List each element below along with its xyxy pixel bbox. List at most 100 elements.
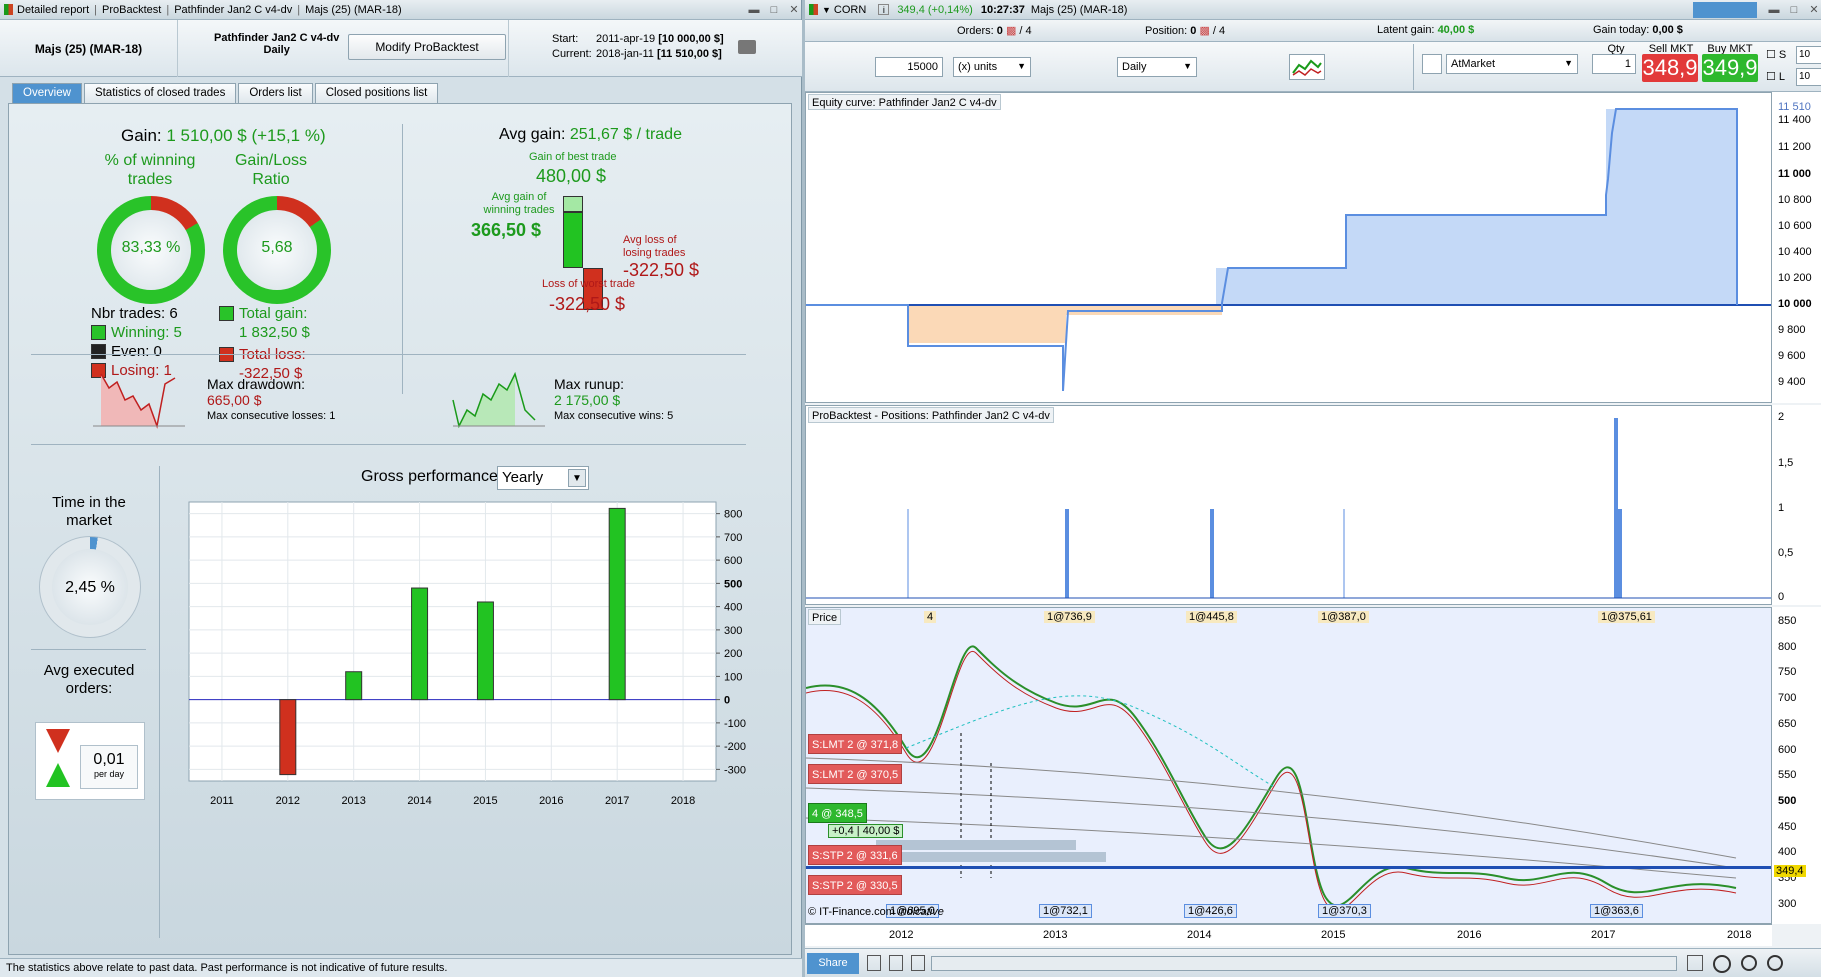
tab-statistics[interactable]: Statistics of closed trades bbox=[83, 83, 237, 103]
overview-panel: Gain: 1 510,00 $ (+15,1 %) % of winning … bbox=[8, 103, 792, 955]
price-title: Price bbox=[808, 609, 842, 625]
today-label: Gain today: bbox=[1593, 24, 1650, 36]
print-icon[interactable] bbox=[738, 40, 756, 54]
time-tick: 2015 bbox=[1321, 929, 1346, 941]
avg-gain-line: Avg gain: 251,67 $ / trade bbox=[499, 126, 682, 144]
best-trade-label: Gain of best trade bbox=[529, 151, 617, 163]
max-runup-value: 2 175,00 $ bbox=[554, 392, 621, 408]
positions-tick: 0,5 bbox=[1778, 547, 1794, 559]
maximize-icon[interactable]: □ bbox=[767, 3, 781, 17]
time-scrollbar[interactable] bbox=[931, 956, 1677, 971]
price-tick: 700 bbox=[1778, 692, 1797, 704]
orders-label: Orders: bbox=[957, 25, 994, 37]
order-tag-limit-2[interactable]: S:LMT 2 @ 370,5 bbox=[808, 764, 903, 784]
tab-closed-positions[interactable]: Closed positions list bbox=[314, 83, 439, 103]
zoom-select-icon[interactable] bbox=[1713, 955, 1731, 973]
dropdown-icon[interactable]: ▼ bbox=[822, 5, 831, 15]
trade-marker: 1@426,6 bbox=[1184, 904, 1237, 918]
share-button[interactable]: Share bbox=[807, 953, 859, 974]
layout-icon[interactable] bbox=[867, 955, 881, 971]
avg-win-bar bbox=[563, 212, 583, 268]
limit-field[interactable]: 10 bbox=[1796, 68, 1821, 86]
position-value: 0 bbox=[1190, 25, 1197, 37]
even-count: Even: 0 bbox=[111, 343, 162, 360]
order-tag-stop-2[interactable]: S:STP 2 @ 330,5 bbox=[808, 875, 902, 895]
equity-tick: 11 510 bbox=[1778, 101, 1811, 113]
time-tick: 2016 bbox=[1457, 929, 1482, 941]
start-value: [10 000,00 $] bbox=[658, 33, 724, 45]
equity-tick: 10 400 bbox=[1778, 246, 1812, 258]
period-select[interactable]: Daily ▼ bbox=[1117, 57, 1197, 77]
avg-loss-label: Avg loss of losing trades bbox=[623, 234, 686, 259]
price-tick: 400 bbox=[1778, 846, 1797, 858]
order-tag-stop-1[interactable]: S:STP 2 @ 331,6 bbox=[808, 845, 902, 865]
list-icon[interactable] bbox=[889, 955, 903, 971]
indicator-icon[interactable] bbox=[1289, 54, 1325, 80]
bar bbox=[411, 587, 429, 701]
source-indicative: indicative bbox=[898, 906, 944, 918]
y-tick-label: -200 bbox=[724, 741, 746, 753]
units-select[interactable]: (x) units ▼ bbox=[953, 57, 1031, 77]
y-tick-label: 100 bbox=[724, 671, 742, 683]
sell-market-button[interactable]: 348,9 bbox=[1642, 54, 1698, 82]
modify-probacktest-button[interactable]: Modify ProBacktest bbox=[348, 34, 506, 60]
quantity-input[interactable]: 15000 bbox=[875, 57, 943, 77]
arrow-down-icon bbox=[46, 729, 70, 753]
trade-marker: 1@387,0 bbox=[1318, 611, 1369, 623]
report-tabs: Overview Statistics of closed trades Ord… bbox=[12, 83, 440, 103]
maximize-icon[interactable]: □ bbox=[1787, 3, 1801, 17]
info-icon[interactable]: i bbox=[878, 4, 890, 15]
best-trade-bar bbox=[563, 196, 583, 212]
gain-loss-totals: Total gain: 1 832,50 $ Total loss: -322,… bbox=[219, 304, 310, 383]
grid-icon[interactable] bbox=[911, 955, 925, 971]
detailed-report-window: Detailed report | ProBacktest | Pathfinder… bbox=[0, 0, 802, 977]
avg-orders-unit: per day bbox=[93, 769, 125, 779]
position-tag[interactable]: 4 @ 348,5 bbox=[808, 803, 867, 823]
buy-market-button[interactable]: 349,9 bbox=[1702, 54, 1758, 82]
limit-checkbox[interactable]: ☐ L bbox=[1766, 70, 1785, 83]
start-label: Start: bbox=[552, 33, 579, 45]
symbol[interactable]: CORN bbox=[834, 4, 866, 16]
window-icon bbox=[809, 4, 818, 15]
best-trade-value: 480,00 $ bbox=[536, 166, 607, 186]
positions-tick: 0 bbox=[1778, 591, 1785, 603]
y-tick-label: 400 bbox=[724, 602, 742, 614]
chevron-down-icon[interactable]: ▼ bbox=[568, 469, 586, 487]
total-gain-value: 1 832,50 $ bbox=[239, 324, 310, 341]
x-tick-label: 2015 bbox=[473, 795, 497, 807]
x-tick-label: 2011 bbox=[210, 795, 234, 807]
wrench-icon[interactable] bbox=[1422, 54, 1442, 74]
trade-counts: Nbr trades: 6 Winning: 5 Even: 0 Losing:… bbox=[91, 304, 182, 380]
position-label: Position: bbox=[1145, 25, 1188, 37]
close-icon[interactable]: ✕ bbox=[787, 3, 801, 17]
qty-field[interactable]: 1 bbox=[1592, 54, 1636, 74]
tab-orders-list[interactable]: Orders list bbox=[238, 83, 313, 103]
trade-marker: 1@445,8 bbox=[1186, 611, 1237, 623]
order-type-select[interactable]: AtMarket ▼ bbox=[1446, 54, 1578, 74]
gross-performance-select[interactable]: Yearly ▼ bbox=[497, 466, 589, 490]
tab-overview[interactable]: Overview bbox=[12, 83, 82, 103]
max-runup-label: Max runup: bbox=[554, 376, 625, 392]
chart-type-icon[interactable] bbox=[1687, 955, 1703, 971]
zoom-in-icon[interactable] bbox=[1767, 955, 1783, 971]
keyboard-icon[interactable] bbox=[1693, 1, 1757, 18]
y-tick-label: 300 bbox=[724, 625, 742, 637]
equity-tick: 10 800 bbox=[1778, 194, 1812, 206]
trading-status-bar: Orders: 0 ▩ / 4 Position: 0 ▩ / 4 Latent… bbox=[805, 20, 1821, 42]
zoom-out-icon[interactable] bbox=[1741, 955, 1757, 971]
positions-tick: 1 bbox=[1778, 502, 1785, 514]
avg-orders-value: 0,01 bbox=[93, 751, 125, 768]
ratio-value: 5,68 bbox=[261, 239, 293, 256]
stop-checkbox[interactable]: ☐ S bbox=[1766, 48, 1786, 61]
close-icon[interactable]: ✕ bbox=[1807, 3, 1821, 17]
chart-bottom-toolbar: Share bbox=[805, 948, 1821, 977]
winning-pct-value: 83,33 % bbox=[121, 239, 181, 256]
minimize-icon[interactable]: ▬ bbox=[747, 3, 761, 17]
minimize-icon[interactable]: ▬ bbox=[1767, 3, 1781, 17]
total-gain-label: Total gain: bbox=[239, 305, 308, 322]
start-date: 2011-apr-19 bbox=[596, 33, 656, 45]
order-tag-limit-1[interactable]: S:LMT 2 @ 371,8 bbox=[808, 734, 903, 754]
y-tick-label: 500 bbox=[724, 578, 742, 590]
gross-performance-select-value: Yearly bbox=[502, 469, 544, 486]
stop-field[interactable]: 10 bbox=[1796, 46, 1821, 64]
